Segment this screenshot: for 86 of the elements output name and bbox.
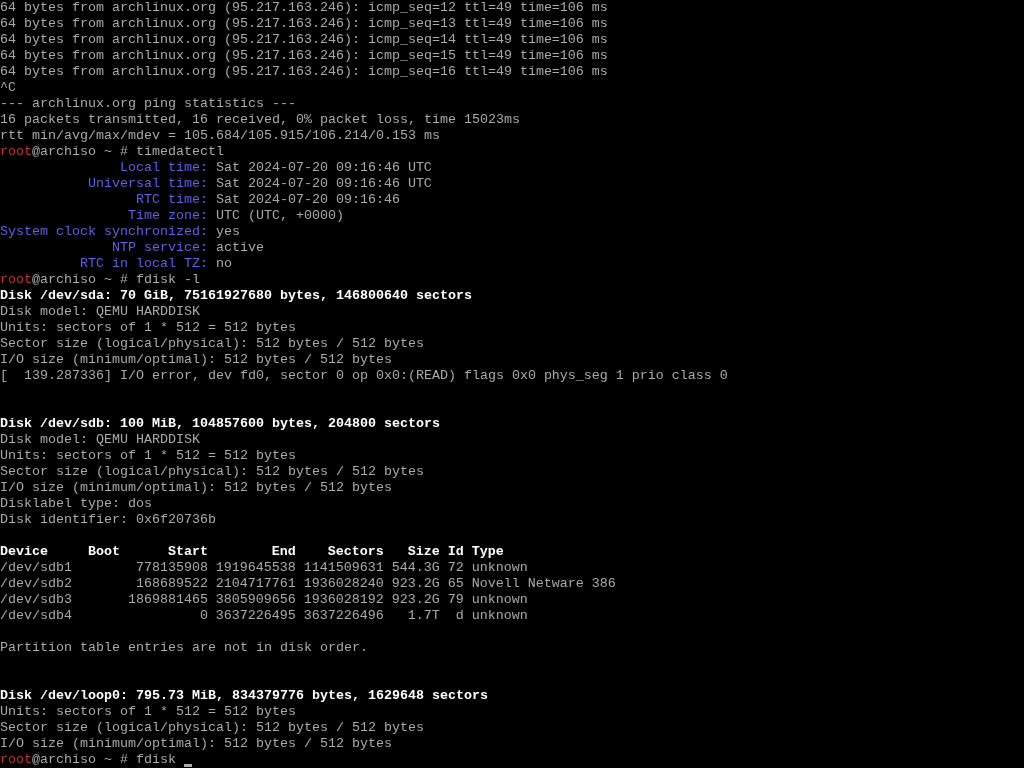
output-line: rtt min/avg/max/mdev = 105.684/105.915/106.214/0.153 ms (0, 128, 440, 144)
field-label: System clock synchronized: (0, 224, 208, 240)
field-value: Sat 2024-07-20 09:16:46 UTC (215, 176, 432, 192)
output-line: Disk model: QEMU HARDDISK (0, 432, 200, 448)
output-line: Units: sectors of 1 * 512 = 512 bytes (0, 320, 296, 336)
column-header: Start (167, 544, 208, 560)
field-label: Universal time: (86, 176, 208, 192)
output-line: I/O size (minimum/optimal): 512 bytes / 512 bytes (0, 480, 392, 496)
disk-heading: Disk /dev/loop0: 795.73 MiB, 834379776 bytes, 1629648 sectors (0, 688, 488, 704)
output-line: I/O size (minimum/optimal): 512 bytes / 512 bytes (0, 352, 392, 368)
prompt-user: root (0, 272, 32, 288)
output-line: [ 139.287336] I/O error, dev fd0, sector 0 op 0x0:(READ) flags 0x0 phys_seg 1 prio class 0 (0, 368, 728, 384)
table-cell: 778135908 (135, 560, 208, 576)
field-label: Local time: (118, 160, 208, 176)
prompt-host: @archiso ~ # (32, 272, 128, 288)
command-text: timedatectl (135, 144, 224, 160)
table-cell: 65 (447, 576, 464, 592)
table-cell: 1919645538 (215, 560, 296, 576)
output-line: 64 bytes from archlinux.org (95.217.163.246): icmp_seq=12 ttl=49 time=106 ms (0, 0, 608, 16)
output-line: 64 bytes from archlinux.org (95.217.163.246): icmp_seq=16 ttl=49 time=106 ms (0, 64, 608, 80)
table-cell: 72 (447, 560, 464, 576)
output-line: I/O size (minimum/optimal): 512 bytes / 512 bytes (0, 736, 392, 752)
column-header: Size (407, 544, 440, 560)
prompt-host: @archiso ~ # (32, 752, 128, 768)
output-line: 64 bytes from archlinux.org (95.217.163.246): icmp_seq=13 ttl=49 time=106 ms (0, 16, 608, 32)
output-line: 64 bytes from archlinux.org (95.217.163.246): icmp_seq=15 ttl=49 time=106 ms (0, 48, 608, 64)
field-label: Time zone: (126, 208, 208, 224)
column-header: Boot (87, 544, 120, 560)
disk-heading: Disk /dev/sda: 70 GiB, 75161927680 bytes, 146800640 sectors (0, 288, 472, 304)
table-cell: 3637226496 (303, 608, 384, 624)
output-line: Disklabel type: dos (0, 496, 152, 512)
table-cell: Novell Netware 386 (471, 576, 616, 592)
column-header: End (271, 544, 296, 560)
output-line: Disk identifier: 0x6f20736b (0, 512, 216, 528)
field-value: UTC (UTC, +0000) (215, 208, 344, 224)
output-line: Units: sectors of 1 * 512 = 512 bytes (0, 704, 296, 720)
table-cell: /dev/sdb3 (0, 592, 72, 608)
field-value: Sat 2024-07-20 09:16:46 (215, 192, 400, 208)
disk-heading: Disk /dev/sdb: 100 MiB, 104857600 bytes, 204800 sectors (0, 416, 440, 432)
field-label: RTC time: (134, 192, 208, 208)
output-line: --- archlinux.org ping statistics --- (0, 96, 296, 112)
prompt-user: root (0, 752, 32, 768)
column-header: Device (0, 544, 48, 560)
table-cell: /dev/sdb4 (0, 608, 72, 624)
field-value: no (215, 256, 232, 272)
table-cell: d (455, 608, 464, 624)
output-line: Units: sectors of 1 * 512 = 512 bytes (0, 448, 296, 464)
prompt-user: root (0, 144, 32, 160)
table-cell: 1.7T (407, 608, 440, 624)
table-cell: unknown (471, 608, 528, 624)
table-cell: /dev/sdb1 (0, 560, 72, 576)
prompt-host: @archiso ~ # (32, 144, 128, 160)
table-cell: /dev/sdb2 (0, 576, 72, 592)
table-cell: 0 (199, 608, 208, 624)
table-cell: 1141509631 (303, 560, 384, 576)
command-text: fdisk -l (135, 272, 200, 288)
output-line: ^C (0, 80, 16, 96)
output-line: 16 packets transmitted, 16 received, 0% packet loss, time 15023ms (0, 112, 520, 128)
table-cell: 544.3G (391, 560, 440, 576)
output-line: Partition table entries are not in disk order. (0, 640, 368, 656)
table-cell: unknown (471, 592, 528, 608)
command-text: fdisk (135, 752, 176, 768)
field-value: yes (215, 224, 240, 240)
table-cell: unknown (471, 560, 528, 576)
table-cell: 1869881465 (127, 592, 208, 608)
field-value: active (215, 240, 264, 256)
column-header: Sectors (327, 544, 384, 560)
column-header: Id (447, 544, 464, 560)
table-cell: 1936028240 (303, 576, 384, 592)
table-cell: 923.2G (391, 592, 440, 608)
table-cell: 3805909656 (215, 592, 296, 608)
table-cell: 168689522 (135, 576, 208, 592)
table-cell: 1936028192 (303, 592, 384, 608)
output-line: 64 bytes from archlinux.org (95.217.163.246): icmp_seq=14 ttl=49 time=106 ms (0, 32, 608, 48)
output-line: Sector size (logical/physical): 512 bytes / 512 bytes (0, 464, 424, 480)
output-line: Sector size (logical/physical): 512 bytes / 512 bytes (0, 720, 424, 736)
table-cell: 2104717761 (215, 576, 296, 592)
output-line: Disk model: QEMU HARDDISK (0, 304, 200, 320)
field-label: RTC in local TZ: (78, 256, 208, 272)
field-label: NTP service: (110, 240, 208, 256)
table-cell: 923.2G (391, 576, 440, 592)
output-line: Sector size (logical/physical): 512 bytes / 512 bytes (0, 336, 424, 352)
field-value: Sat 2024-07-20 09:16:46 UTC (215, 160, 432, 176)
table-cell: 79 (447, 592, 464, 608)
table-cell: 3637226495 (215, 608, 296, 624)
column-header: Type (471, 544, 504, 560)
